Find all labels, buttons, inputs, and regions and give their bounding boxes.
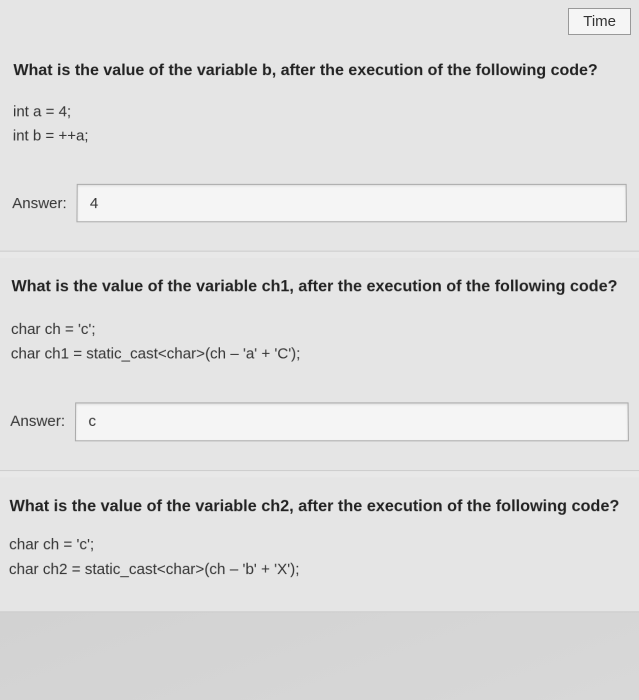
answer-label: Answer: [12,195,67,212]
time-button[interactable]: Time [568,8,631,35]
answer-input[interactable] [75,402,629,441]
code-line: char ch2 = static_cast<char>(ch – 'b' + … [9,558,630,583]
code-block: char ch = 'c'; char ch1 = static_cast<ch… [11,317,629,366]
question-prompt: What is the value of the variable b, aft… [13,60,625,82]
code-block: int a = 4; int b = ++a; [13,101,627,149]
question-block-3: What is the value of the variable ch2, a… [0,477,639,613]
question-block-1: What is the value of the variable b, aft… [0,0,639,252]
answer-label: Answer: [10,413,65,430]
code-line: char ch = 'c'; [9,533,630,558]
code-line: int a = 4; [13,101,626,125]
question-block-2: What is the value of the variable ch1, a… [0,258,639,471]
code-block: char ch = 'c'; char ch2 = static_cast<ch… [9,533,630,583]
code-line: int b = ++a; [13,125,627,149]
page-container: What is the value of the variable b, aft… [0,0,639,613]
answer-input[interactable] [77,184,627,222]
answer-row: Answer: [10,402,629,441]
code-line: char ch1 = static_cast<char>(ch – 'a' + … [11,342,629,366]
answer-row: Answer: [12,184,627,222]
code-line: char ch = 'c'; [11,317,628,341]
question-prompt: What is the value of the variable ch2, a… [9,496,629,519]
question-prompt: What is the value of the variable ch1, a… [11,276,627,299]
